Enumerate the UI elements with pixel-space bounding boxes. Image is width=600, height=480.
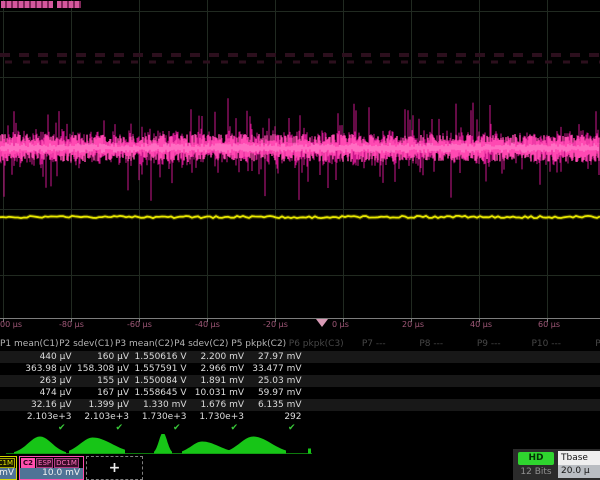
param-header-unused[interactable]: P6 pkpk(C3) <box>288 338 346 351</box>
timebase-block: HD 12 Bits Tbase 20.0 µ <box>513 449 600 480</box>
param-header-unused[interactable]: P11 <box>575 338 600 351</box>
hd-bits-label: 12 Bits <box>513 467 559 477</box>
channel-c2-descriptor[interactable]: C2 ESP DC1M 10.0 mV <box>19 456 84 480</box>
time-axis: 00 µs -80 µs -60 µs -40 µs -20 µs 0 µs 20 µs 40… <box>0 320 600 332</box>
param-header-unused[interactable]: P9 --- <box>460 338 518 351</box>
measure-row: 474 µV167 µV1.558645 V10.031 mV59.97 mV <box>0 387 600 399</box>
c2-descriptor-top: C2 ESP DC1M <box>20 457 83 468</box>
c2-esp-badge: ESP <box>36 458 53 468</box>
time-axis-label: 60 µs <box>538 320 560 329</box>
measure-status-row: ✔✔✔✔✔ <box>0 423 600 434</box>
measure-headers: P1 mean(C1)P2 sdev(C1)P3 mean(C2)P4 sdev… <box>0 338 600 351</box>
param-header[interactable]: P2 sdev(C1) <box>58 338 116 351</box>
measure-row: 263 µV155 µV1.550084 V1.891 mV25.03 mV <box>0 375 600 387</box>
time-axis-label: -20 µs <box>263 320 288 329</box>
param-header-unused[interactable]: P10 --- <box>518 338 576 351</box>
time-axis-label: 20 µs <box>402 320 424 329</box>
c2-coupling-badge: DC1M <box>54 458 79 468</box>
status-check-icon: ✔ <box>230 423 296 434</box>
measure-row: 363.98 µV158.308 µV1.557591 V2.966 mV33.… <box>0 363 600 375</box>
param-header[interactable]: P1 mean(C1) <box>0 338 58 351</box>
measure-row: 32.16 µV1.399 µV1.330 mV1.676 mV6.135 mV <box>0 399 600 411</box>
measure-row: 440 µV160 µV1.550616 V2.200 mV27.97 mV <box>0 351 600 363</box>
param-histicon[interactable] <box>14 437 66 454</box>
status-check-icon: ✔ <box>0 423 66 434</box>
time-axis-label: -40 µs <box>195 320 220 329</box>
param-header[interactable]: P4 sdev(C2) <box>173 338 231 351</box>
acq-status-badge-2 <box>57 1 81 8</box>
c1-coupling-badge: DC1M <box>0 458 15 468</box>
c2-scale-value: 10.0 mV <box>20 468 83 479</box>
time-axis-label: 0 µs <box>332 320 349 329</box>
c2-label-badge: C2 <box>21 458 35 468</box>
hd-mode-badge[interactable]: HD <box>518 452 554 465</box>
status-check-icon: ✔ <box>173 423 239 434</box>
param-header[interactable]: P5 pkpk(C2) <box>230 338 288 351</box>
measure-rows: 440 µV160 µV1.550616 V2.200 mV27.97 mV36… <box>0 351 600 423</box>
param-histicon[interactable] <box>226 437 286 454</box>
time-axis-label: 40 µs <box>470 320 492 329</box>
time-axis-label: 00 µs <box>0 320 22 329</box>
measure-value: 27.97 mV <box>230 351 302 363</box>
param-header-unused[interactable]: P7 --- <box>345 338 403 351</box>
timebase-descriptor[interactable]: Tbase <box>558 451 600 465</box>
time-axis-label: -60 µs <box>127 320 152 329</box>
cursor-marker-box[interactable]: + <box>86 456 143 480</box>
status-check-icon: ✔ <box>58 423 124 434</box>
cursor-plus-icon: + <box>109 461 121 475</box>
oscilloscope-screen: 00 µs -80 µs -60 µs -40 µs -20 µs 0 µs 20 µs 40… <box>0 0 600 480</box>
timebase-value: 20.0 µ <box>558 465 600 478</box>
param-header-unused[interactable]: P8 --- <box>403 338 461 351</box>
param-histicon[interactable] <box>182 442 230 454</box>
acq-status-badge <box>1 1 53 8</box>
measure-value: 6.135 mV <box>230 399 302 411</box>
c1-scale-value: 0 mV <box>0 468 16 479</box>
plot-svg <box>0 0 600 330</box>
measure-row: 2.103e+32.103e+31.730e+31.730e+3292 <box>0 411 600 423</box>
param-header[interactable]: P3 mean(C2) <box>115 338 173 351</box>
status-check-icon: ✔ <box>115 423 181 434</box>
measure-value: 33.477 mV <box>230 363 302 375</box>
measure-value: 59.97 mV <box>230 387 302 399</box>
param-histicon[interactable] <box>69 438 125 454</box>
measure-value: 25.03 mV <box>230 375 302 387</box>
measure-value: 292 <box>230 411 302 423</box>
param-histicon[interactable] <box>154 434 172 454</box>
measure-table: P1 mean(C1)P2 sdev(C1)P3 mean(C2)P4 sdev… <box>0 338 600 434</box>
c1-descriptor-top: DC1M <box>0 457 16 468</box>
time-axis-label: -80 µs <box>59 320 84 329</box>
channel-c1-descriptor[interactable]: DC1M 0 mV <box>0 456 17 480</box>
